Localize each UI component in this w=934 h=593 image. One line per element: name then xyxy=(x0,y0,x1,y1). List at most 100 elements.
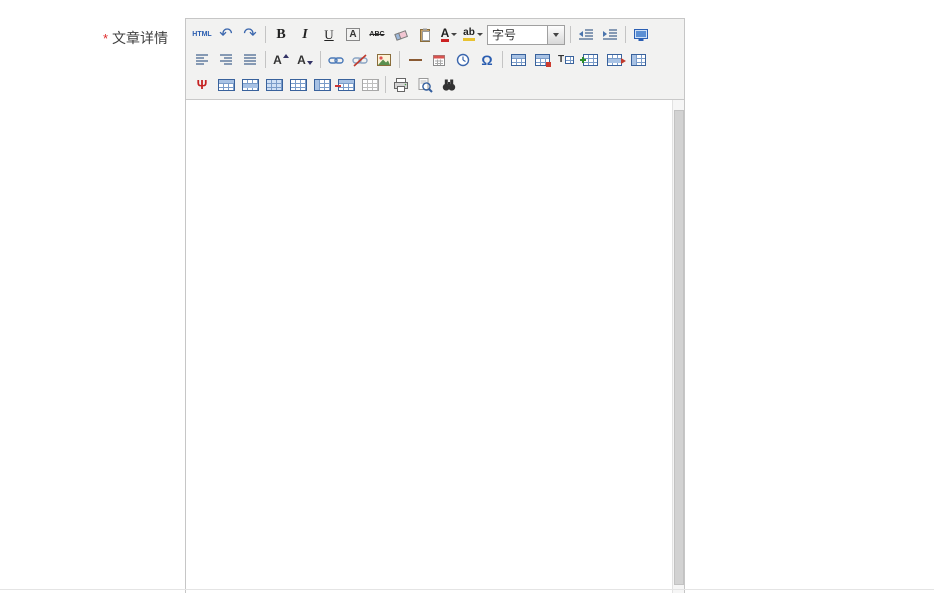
horizontal-rule-icon xyxy=(408,58,422,61)
highlight-icon: ab xyxy=(463,28,475,41)
remove-format-button[interactable] xyxy=(389,24,413,46)
insert-date-button[interactable] xyxy=(427,49,451,71)
bold-button[interactable]: B xyxy=(269,24,293,46)
special-char-button[interactable]: Ω xyxy=(475,49,499,71)
delete-row-icon xyxy=(606,53,626,66)
delete-column-icon xyxy=(334,78,355,91)
italic-icon: I xyxy=(302,26,308,42)
link-button[interactable] xyxy=(324,49,348,71)
chevron-down-icon xyxy=(553,32,559,37)
align-justify-button[interactable] xyxy=(238,49,262,71)
cell-props-grid-icon xyxy=(565,55,575,64)
toolbar-separator xyxy=(265,51,266,68)
plus-mark xyxy=(579,56,586,63)
scrollbar-thumb[interactable] xyxy=(674,110,684,585)
outdent-button[interactable] xyxy=(574,24,598,46)
image-icon xyxy=(376,52,392,68)
cell-props-button[interactable]: T xyxy=(554,49,578,71)
align-left-button[interactable] xyxy=(190,49,214,71)
insert-row-below-button[interactable] xyxy=(238,74,262,96)
insert-time-button[interactable] xyxy=(451,49,475,71)
source-code-button[interactable]: HTML xyxy=(190,24,214,46)
monitor-icon xyxy=(633,27,649,43)
font-size-dropdown-button[interactable] xyxy=(547,25,564,44)
redo-button[interactable]: ↷ xyxy=(238,24,262,46)
strikethrough-icon: ABC xyxy=(369,31,385,38)
editor-content-area[interactable] xyxy=(186,100,684,593)
fullscreen-button[interactable] xyxy=(629,24,653,46)
decrease-font-icon: A xyxy=(297,52,306,67)
chevron-down-icon xyxy=(476,33,483,36)
delete-table-icon: Ψ xyxy=(196,77,208,92)
undo-button[interactable]: ↶ xyxy=(214,24,238,46)
char-border-button[interactable]: A xyxy=(341,24,365,46)
strikethrough-button[interactable]: ABC xyxy=(365,24,389,46)
field-label: * 文章详情 xyxy=(0,28,168,48)
split-cell-cols-button[interactable] xyxy=(310,74,334,96)
insert-column-button[interactable] xyxy=(626,49,650,71)
indent-button[interactable] xyxy=(598,24,622,46)
highlight-color-button[interactable]: ab xyxy=(461,24,485,46)
format-paint-button[interactable] xyxy=(413,24,437,46)
horizontal-rule-button[interactable] xyxy=(403,49,427,71)
disabled-table-icon xyxy=(361,78,379,91)
split-rows-icon xyxy=(289,78,307,91)
split-cell-rows-button[interactable] xyxy=(286,74,310,96)
indent-icon xyxy=(602,27,618,42)
rich-text-editor: HTML ↶ ↷ B I U A ABC A ab 字号 A A Ω T Ψ xyxy=(185,18,685,593)
increase-font-button[interactable]: A xyxy=(269,49,293,71)
redo-icon: ↷ xyxy=(243,25,257,43)
eraser-icon xyxy=(393,27,409,43)
toolbar-separator xyxy=(399,51,400,68)
link-icon xyxy=(328,52,344,68)
clipboard-icon xyxy=(417,27,433,43)
delete-table-button[interactable]: Ψ xyxy=(190,74,214,96)
editor-scrollbar[interactable] xyxy=(672,100,684,593)
row-below-icon xyxy=(241,78,259,91)
delete-column-button[interactable] xyxy=(334,74,358,96)
toolbar-row-3: Ψ xyxy=(190,72,680,97)
html-source-icon: HTML xyxy=(192,31,212,38)
align-right-icon xyxy=(219,53,233,66)
bottom-divider xyxy=(0,589,934,590)
page: * 文章详情 HTML ↶ ↷ B I U A ABC A ab 字号 A A … xyxy=(0,0,934,593)
toolbar-separator xyxy=(570,26,571,43)
decrease-font-button[interactable]: A xyxy=(293,49,317,71)
clock-icon xyxy=(455,52,471,68)
insert-row-above-button[interactable] xyxy=(214,74,238,96)
italic-button[interactable]: I xyxy=(293,24,317,46)
unlink-button[interactable] xyxy=(348,49,372,71)
chevron-down-icon xyxy=(451,33,458,36)
delete-row-button[interactable] xyxy=(602,49,626,71)
printer-icon xyxy=(393,77,409,93)
toolbar-separator xyxy=(265,26,266,43)
merge-cells-icon xyxy=(265,78,283,91)
row-above-icon xyxy=(217,78,235,91)
align-right-button[interactable] xyxy=(214,49,238,71)
toolbar-separator xyxy=(625,26,626,43)
arrow-right-mark xyxy=(620,57,626,64)
toolbar-separator xyxy=(502,51,503,68)
font-color-button[interactable]: A xyxy=(437,24,461,46)
image-button[interactable] xyxy=(372,49,396,71)
find-replace-button[interactable] xyxy=(437,74,461,96)
underline-button[interactable]: U xyxy=(317,24,341,46)
field-label-text: 文章详情 xyxy=(112,30,168,46)
cell-props-letter: T xyxy=(557,54,565,65)
print-button[interactable] xyxy=(389,74,413,96)
underline-icon: U xyxy=(324,26,334,42)
font-size-select[interactable]: 字号 xyxy=(487,24,565,45)
insert-table-button[interactable] xyxy=(506,49,530,71)
magnifier-icon xyxy=(417,77,433,93)
required-marker: * xyxy=(102,31,108,46)
preview-button[interactable] xyxy=(413,74,437,96)
table-disabled-button xyxy=(358,74,382,96)
insert-row-button[interactable] xyxy=(578,49,602,71)
increase-font-icon: A xyxy=(273,52,282,67)
binoculars-icon xyxy=(441,77,457,93)
merge-cells-button[interactable] xyxy=(262,74,286,96)
editor-toolbar: HTML ↶ ↷ B I U A ABC A ab 字号 A A Ω T Ψ xyxy=(186,19,684,100)
table-props-icon xyxy=(534,53,551,67)
table-props-button[interactable] xyxy=(530,49,554,71)
align-justify-icon xyxy=(243,53,257,66)
